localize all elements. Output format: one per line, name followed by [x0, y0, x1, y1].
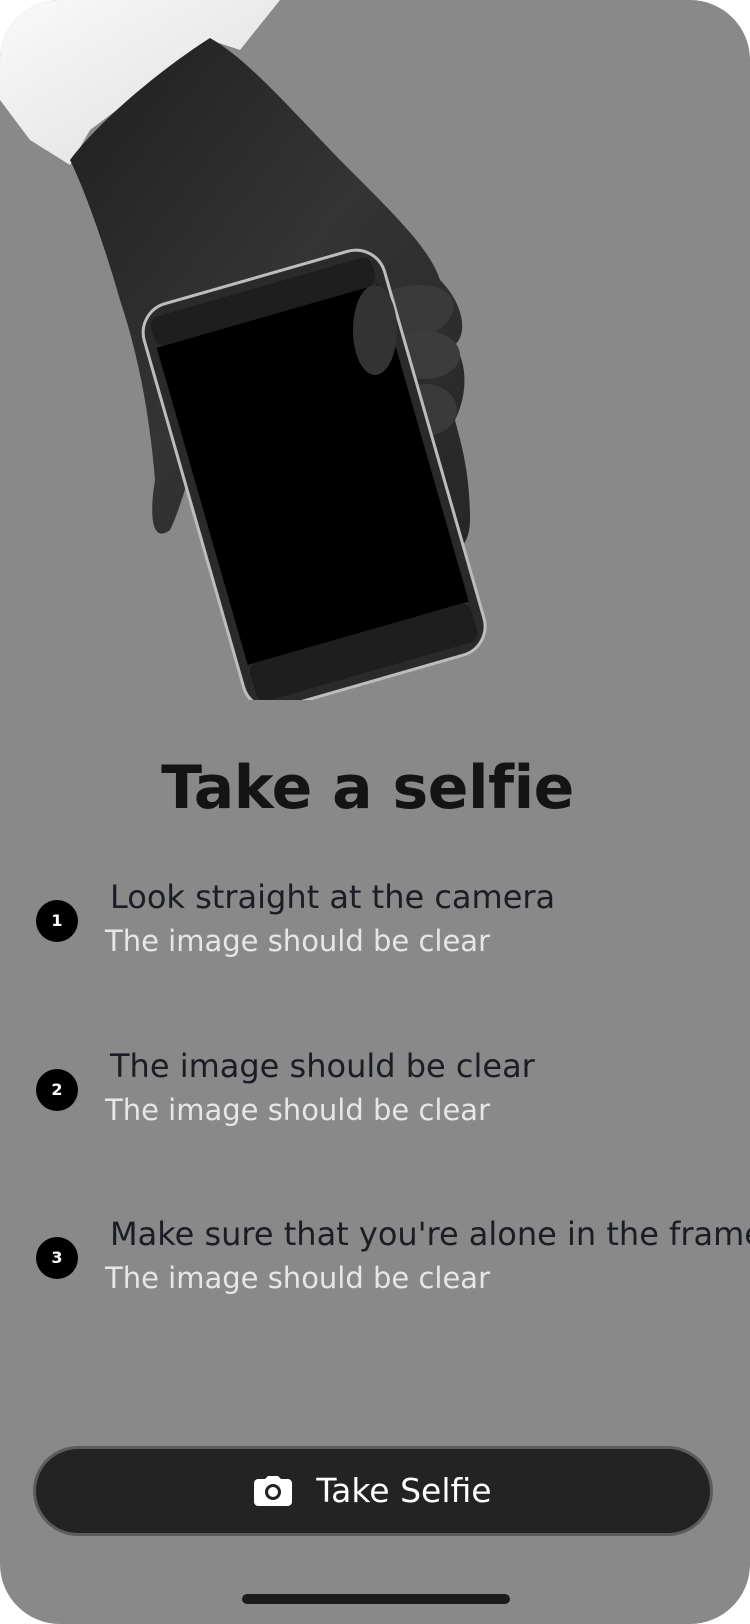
step-title: The image should be clear [110, 1047, 535, 1085]
step-number-badge: 1 [36, 900, 78, 942]
camera-icon [254, 1476, 293, 1506]
take-selfie-button[interactable]: Take Selfie [33, 1446, 713, 1536]
step-title: Look straight at the camera [110, 878, 556, 916]
hand-holding-phone-image [0, 0, 487, 700]
step-title: Make sure that you're alone in the frame [110, 1215, 750, 1253]
step-item-2: 2 The image should be clear The image sh… [0, 1044, 750, 1154]
step-number-badge: 3 [36, 1237, 78, 1279]
step-subtitle: The image should be clear [105, 924, 491, 958]
step-item-3: 3 Make sure that you're alone in the fra… [0, 1212, 750, 1322]
selfie-screen: Take a selfie 1 Look straight at the cam… [0, 0, 750, 1624]
step-subtitle: The image should be clear [105, 1261, 491, 1295]
step-number-badge: 2 [36, 1069, 78, 1111]
step-item-1: 1 Look straight at the camera The image … [0, 875, 750, 985]
page-title: Take a selfie [161, 753, 574, 823]
take-selfie-label: Take Selfie [316, 1471, 492, 1510]
home-indicator[interactable] [242, 1594, 510, 1604]
step-subtitle: The image should be clear [105, 1093, 491, 1127]
